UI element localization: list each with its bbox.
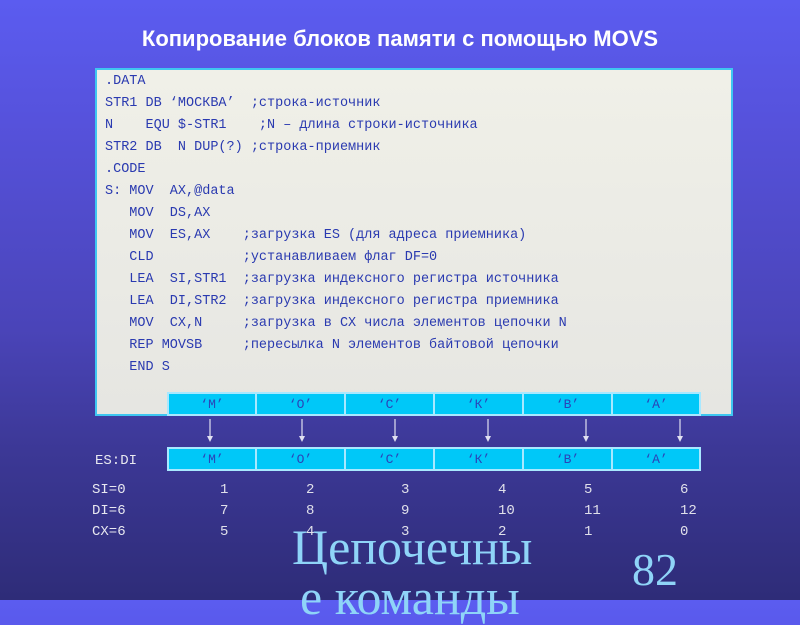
si-value: 3 bbox=[401, 482, 410, 498]
di-value: 11 bbox=[584, 503, 601, 519]
cx-value: 4 bbox=[306, 524, 315, 540]
arrow-down-icon bbox=[583, 419, 589, 442]
arrow-down-icon bbox=[677, 419, 683, 442]
source-cell: ‘О’ bbox=[256, 392, 345, 416]
code-line: MOV CX,N ;загрузка в CX числа элементов … bbox=[105, 316, 567, 331]
si-value: 5 bbox=[584, 482, 593, 498]
dest-cell: ‘К’ bbox=[434, 447, 523, 471]
source-cell: ‘В’ bbox=[523, 392, 612, 416]
source-cell: ‘С’ bbox=[345, 392, 434, 416]
arrow-down-icon bbox=[392, 419, 398, 442]
cx-value: 0 bbox=[680, 524, 689, 540]
dest-cell: ‘С’ bbox=[345, 447, 434, 471]
code-line: N EQU $-STR1 ;N – длина строки-источника bbox=[105, 118, 478, 133]
code-listing: .DATA STR1 DB ‘МОСКВА’ ;строка-источник … bbox=[95, 68, 733, 416]
source-cell: ‘А’ bbox=[612, 392, 701, 416]
dest-cell: ‘В’ bbox=[523, 447, 612, 471]
code-line: MOV DS,AX bbox=[105, 206, 211, 221]
code-line: CLD ;устанавливаем флаг DF=0 bbox=[105, 250, 438, 265]
si-value: 1 bbox=[220, 482, 229, 498]
section-title-line2: е команды bbox=[300, 569, 520, 625]
cx-value: 5 bbox=[220, 524, 229, 540]
dest-cell: ‘А’ bbox=[612, 447, 701, 471]
code-line: LEA DI,STR2 ;загрузка индексного регистр… bbox=[105, 294, 559, 309]
si-value: 2 bbox=[306, 482, 315, 498]
arrow-down-icon bbox=[485, 419, 491, 442]
di-value: 12 bbox=[680, 503, 697, 519]
code-line: REP MOVSB ;пересылка N элементов байтово… bbox=[105, 338, 559, 353]
si-value: 4 bbox=[498, 482, 507, 498]
di-value: 9 bbox=[401, 503, 410, 519]
section-title-line1: Цепочечны bbox=[292, 519, 533, 575]
register-label-si: SI=0 bbox=[92, 482, 126, 498]
code-line: .DATA bbox=[105, 74, 146, 89]
di-value: 8 bbox=[306, 503, 315, 519]
code-line: LEA SI,STR1 ;загрузка индексного регистр… bbox=[105, 272, 559, 287]
cx-value: 1 bbox=[584, 524, 593, 540]
register-label-cx: CX=6 bbox=[92, 524, 126, 540]
dest-string-cells: ‘М’ ‘О’ ‘С’ ‘К’ ‘В’ ‘А’ bbox=[167, 447, 701, 471]
code-line: STR1 DB ‘МОСКВА’ ;строка-источник bbox=[105, 96, 381, 111]
dest-cell: ‘М’ bbox=[167, 447, 256, 471]
cx-value: 2 bbox=[498, 524, 507, 540]
di-value: 7 bbox=[220, 503, 229, 519]
dest-cell: ‘О’ bbox=[256, 447, 345, 471]
si-value: 6 bbox=[680, 482, 689, 498]
slide-title: Копирование блоков памяти с помощью MOVS bbox=[141, 26, 659, 51]
source-cell: ‘М’ bbox=[167, 392, 256, 416]
code-line: S: MOV AX,@data bbox=[105, 184, 235, 199]
register-label-di: DI=6 bbox=[92, 503, 126, 519]
cx-value: 3 bbox=[401, 524, 410, 540]
code-line: STR2 DB N DUP(?) ;строка-приемник bbox=[105, 140, 381, 155]
code-line: MOV ES,AX ;загрузка ES (для адреса прием… bbox=[105, 228, 527, 243]
arrow-down-icon bbox=[207, 419, 213, 442]
source-cell: ‘К’ bbox=[434, 392, 523, 416]
code-line: END S bbox=[105, 360, 170, 375]
code-line: .CODE bbox=[105, 162, 146, 177]
page-number: 82 bbox=[632, 544, 678, 595]
source-string-cells: ‘М’ ‘О’ ‘С’ ‘К’ ‘В’ ‘А’ bbox=[167, 392, 701, 416]
di-value: 10 bbox=[498, 503, 515, 519]
dest-label: ES:DI bbox=[95, 453, 138, 469]
arrow-down-icon bbox=[299, 419, 305, 442]
